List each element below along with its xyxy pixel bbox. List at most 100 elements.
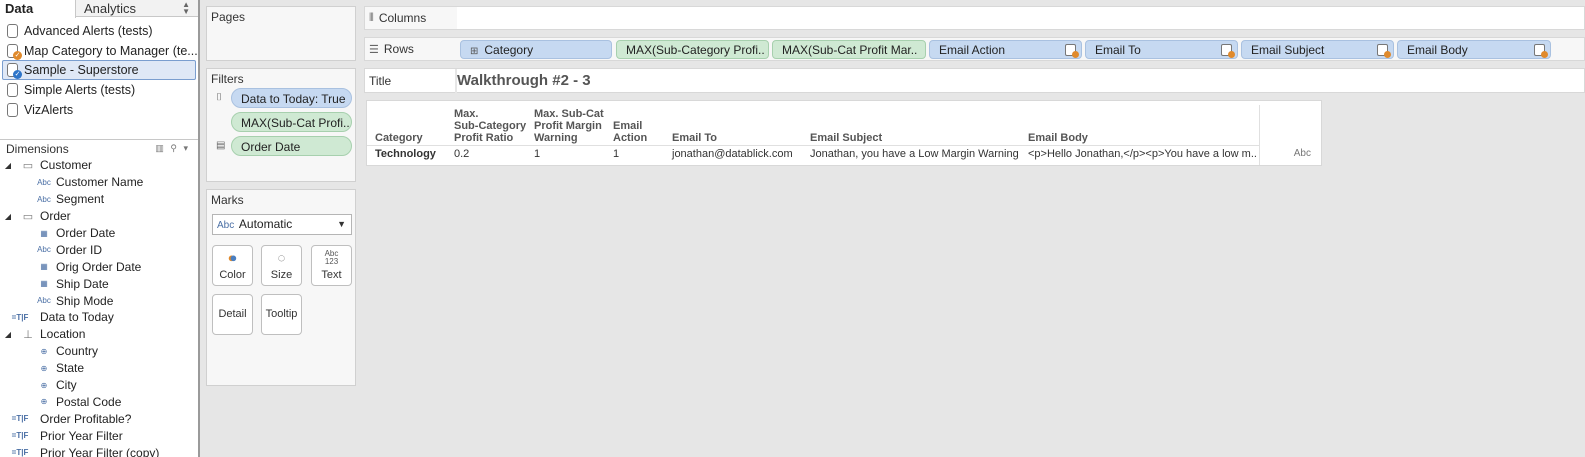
column-header-email-action[interactable]: Email Action bbox=[613, 120, 647, 144]
collapse-triangle-icon: ◢ bbox=[4, 211, 12, 221]
datasource-list: Advanced Alerts (tests) ✓ Map Category t… bbox=[0, 17, 198, 140]
text-label: Text bbox=[321, 269, 342, 281]
tooltip-label: Tooltip bbox=[265, 308, 298, 320]
column-header-email-body[interactable]: Email Body bbox=[1028, 132, 1088, 144]
dimension-field[interactable]: ⊕ City bbox=[0, 377, 198, 394]
tab-analytics-label: Analytics bbox=[84, 1, 137, 16]
cell-email-subject[interactable]: Jonathan, you have a Low Margin Warning bbox=[810, 148, 1019, 160]
rows-icon: ☰ bbox=[369, 43, 379, 56]
title-label: Title bbox=[369, 74, 392, 88]
datasource-item[interactable]: Simple Alerts (tests) bbox=[0, 80, 198, 100]
tab-analytics[interactable]: Analytics ▲ ▼ bbox=[76, 0, 198, 17]
column-header-profit-margin-warning[interactable]: Max. Sub-Cat Profit Margin Warning bbox=[534, 108, 604, 144]
row-pill-email-to[interactable]: Email To bbox=[1085, 40, 1238, 59]
dimension-field-label: Location bbox=[40, 327, 86, 342]
database-icon: ✓ bbox=[7, 63, 22, 80]
dimension-field-label: Postal Code bbox=[56, 394, 122, 409]
columns-label: Columns bbox=[378, 11, 427, 25]
dimension-field[interactable]: Abc Ship Mode bbox=[0, 292, 198, 309]
filter-pill-data-to-today[interactable]: Data to Today: True bbox=[231, 88, 352, 108]
size-label: Size bbox=[270, 269, 293, 281]
dimension-field[interactable]: Abc Customer Name bbox=[0, 174, 198, 191]
dimension-field[interactable]: ▦ Order Date bbox=[0, 225, 198, 242]
globe-icon: ⊕ bbox=[40, 397, 48, 407]
dimension-field[interactable]: ▦ Ship Date bbox=[0, 275, 198, 292]
dimensions-header: Dimensions ▥ ⚲ ▾ bbox=[0, 140, 198, 157]
cell-email-action[interactable]: 1 bbox=[613, 148, 619, 160]
datasource-label: VizAlerts bbox=[24, 102, 74, 117]
color-button[interactable]: ●● Color bbox=[212, 245, 253, 286]
dimension-field[interactable]: =T|F Prior Year Filter bbox=[0, 427, 198, 444]
dimension-field[interactable]: ⊕ Country bbox=[0, 343, 198, 360]
columns-shelf[interactable]: ⦀ Columns bbox=[364, 6, 1585, 30]
dimension-field[interactable]: =T|F Data to Today bbox=[0, 309, 198, 326]
dimension-tools[interactable]: ▥ ⚲ ▾ bbox=[155, 143, 190, 154]
columns-shelf-label: ⦀ Columns bbox=[369, 11, 426, 25]
text-button[interactable]: Abc 123 Text bbox=[311, 245, 352, 286]
tab-data[interactable]: Data bbox=[0, 0, 76, 18]
cell-profit-ratio[interactable]: 0.2 bbox=[454, 148, 469, 160]
cell-margin-warning[interactable]: 1 bbox=[534, 148, 540, 160]
columns-icon: ⦀ bbox=[369, 11, 374, 24]
size-icon: ◌ bbox=[277, 250, 286, 265]
filters-title: Filters bbox=[211, 72, 244, 86]
updown-arrow-icon[interactable]: ▲ ▼ bbox=[182, 1, 190, 16]
dimension-field[interactable]: Abc Segment bbox=[0, 191, 198, 208]
cell-email-to[interactable]: jonathan@datablick.com bbox=[672, 148, 793, 160]
row-pill-label: Email Body bbox=[1407, 43, 1468, 57]
mark-type-select[interactable]: Abc Automatic ▼ bbox=[212, 214, 352, 235]
dimension-field[interactable]: ◢ ⊥ Location bbox=[0, 326, 198, 343]
dimension-field[interactable]: ▦ Orig Order Date bbox=[0, 258, 198, 275]
dimension-field[interactable]: ⊕ State bbox=[0, 360, 198, 377]
title-bar: Title Walkthrough #2 - 3 bbox=[364, 68, 1585, 94]
datasource-item-selected[interactable]: ✓ Sample - Superstore bbox=[2, 60, 196, 81]
row-pill-category[interactable]: ⊞ Category bbox=[460, 40, 612, 59]
folder-icon: ▭ bbox=[22, 210, 34, 223]
cell-email-body[interactable]: <p>Hello Jonathan,</p><p>You have a low … bbox=[1028, 148, 1257, 160]
datasource-label: Sample - Superstore bbox=[24, 63, 139, 78]
row-pill-email-body[interactable]: Email Body bbox=[1397, 40, 1551, 59]
dimension-field[interactable]: Abc Order ID bbox=[0, 241, 198, 258]
dimension-field[interactable]: ◢ ▭ Order bbox=[0, 208, 198, 225]
abc-icon: Abc bbox=[37, 296, 51, 306]
calendar-icon: ▦ bbox=[40, 228, 48, 238]
boolean-icon: =T|F bbox=[11, 448, 29, 457]
tooltip-button[interactable]: Tooltip bbox=[261, 294, 302, 335]
filter-pill-order-date[interactable]: Order Date bbox=[231, 136, 352, 156]
row-pill-email-action[interactable]: Email Action bbox=[929, 40, 1082, 59]
dimension-field[interactable]: ◢ ▭ Customer bbox=[0, 157, 198, 174]
dimension-field-label: Data to Today bbox=[40, 310, 114, 325]
column-header-email-subject[interactable]: Email Subject bbox=[810, 132, 882, 144]
row-pill-email-subject[interactable]: Email Subject bbox=[1241, 40, 1394, 59]
dimension-field-label: Ship Date bbox=[56, 276, 109, 291]
dimension-field[interactable]: =T|F Order Profitable? bbox=[0, 410, 198, 427]
datasource-item[interactable]: ✓ Map Category to Manager (te... bbox=[0, 41, 198, 61]
datasource-item[interactable]: VizAlerts bbox=[0, 100, 198, 120]
cell-abc-placeholder[interactable]: Abc bbox=[1294, 148, 1311, 159]
globe-icon: ⊕ bbox=[40, 380, 48, 390]
column-header-category[interactable]: Category bbox=[375, 132, 423, 144]
calendar-icon: ▦ bbox=[40, 279, 48, 289]
row-pill-max-sub-cat-margin[interactable]: MAX(Sub-Cat Profit Mar.. bbox=[772, 40, 926, 59]
cell-category[interactable]: Technology bbox=[375, 148, 436, 160]
column-header-email-to[interactable]: Email To bbox=[672, 132, 717, 144]
dimensions-title: Dimensions bbox=[6, 141, 69, 156]
row-pill-label: Category bbox=[484, 43, 534, 57]
folder-icon: ▭ bbox=[22, 159, 34, 172]
sheet-title[interactable]: Walkthrough #2 - 3 bbox=[457, 72, 591, 89]
size-button[interactable]: ◌ Size bbox=[261, 245, 302, 286]
dimension-field[interactable]: =T|F Prior Year Filter (copy) bbox=[0, 444, 198, 457]
dimension-field[interactable]: ⊕ Postal Code bbox=[0, 393, 198, 410]
datasource-label: Simple Alerts (tests) bbox=[24, 82, 136, 97]
row-pill-max-sub-category[interactable]: MAX(Sub-Category Profi.. bbox=[616, 40, 769, 59]
columns-drop-area[interactable] bbox=[457, 7, 1584, 29]
datasource-item[interactable]: Advanced Alerts (tests) bbox=[0, 21, 198, 41]
detail-button[interactable]: Detail bbox=[212, 294, 253, 335]
calendar-icon: ▦ bbox=[40, 262, 48, 272]
filter-pill-max-sub-cat[interactable]: MAX(Sub-Cat Profi.. bbox=[231, 112, 352, 132]
database-icon: ✓ bbox=[7, 43, 22, 60]
rows-shelf[interactable]: ☰ Rows ⊞ Category MAX(Sub-Category Profi.… bbox=[364, 37, 1585, 61]
collapse-triangle-icon: ◢ bbox=[4, 160, 12, 170]
column-header-max-profit-ratio[interactable]: Max. Sub-Category Profit Ratio bbox=[454, 108, 526, 144]
dimension-field-label: Orig Order Date bbox=[56, 259, 142, 274]
